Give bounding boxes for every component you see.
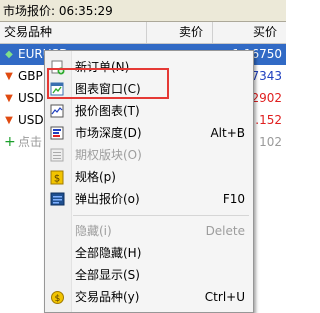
menu-item-hide[interactable]: 隐藏(i) Delete [45, 221, 253, 242]
column-divider[interactable] [212, 22, 213, 43]
menu-item-market-depth[interactable]: 市场深度(D) Alt+B [45, 123, 253, 144]
menu-item-options[interactable]: 期权版块(O) [45, 145, 253, 166]
symbol-cell: USD [18, 113, 44, 127]
popup-prices-icon [50, 192, 65, 207]
ask-cell: .152 [255, 113, 282, 127]
column-header: 交易品种 卖价 买价 [0, 22, 286, 44]
column-divider[interactable] [146, 22, 147, 43]
ask-cell: 2902 [251, 91, 282, 105]
symbols-icon: $ [50, 290, 65, 305]
ask-cell: 102 [259, 135, 282, 149]
options-icon [50, 148, 65, 163]
menu-item-hide-all[interactable]: 全部隐藏(H) [45, 243, 253, 264]
add-symbol-label: 点击 [18, 135, 43, 149]
svg-text:$: $ [55, 294, 61, 304]
market-depth-icon [50, 126, 65, 141]
column-ask[interactable]: 买价 [253, 22, 277, 43]
menu-item-symbols[interactable]: $ 交易品种(y) Ctrl+U [45, 287, 253, 308]
menu-separator [73, 215, 249, 216]
plus-icon: + [4, 134, 16, 150]
symbol-cell: GBP [18, 69, 43, 83]
up-arrow-icon: ◆ [5, 49, 13, 60]
menu-item-popup-prices[interactable]: 弹出报价(o) F10 [45, 189, 253, 210]
ask-cell: 7343 [251, 69, 282, 83]
tick-chart-icon [50, 104, 65, 119]
specification-icon: $ [50, 170, 65, 185]
column-symbol[interactable]: 交易品种 [4, 22, 52, 43]
svg-text:$: $ [54, 174, 60, 185]
column-bid[interactable]: 卖价 [179, 22, 203, 43]
down-arrow-icon: ▼ [5, 93, 13, 104]
symbol-cell: USD [18, 91, 44, 105]
highlight-annotation [47, 68, 169, 99]
down-arrow-icon: ▼ [5, 71, 13, 82]
down-arrow-icon: ▼ [5, 115, 13, 126]
window-title: 市场报价: 06:35:29 [0, 0, 286, 22]
menu-item-tick-chart[interactable]: 报价图表(T) [45, 101, 253, 122]
menu-item-specification[interactable]: $ 规格(p) [45, 167, 253, 188]
menu-item-show-all[interactable]: 全部显示(S) [45, 265, 253, 286]
